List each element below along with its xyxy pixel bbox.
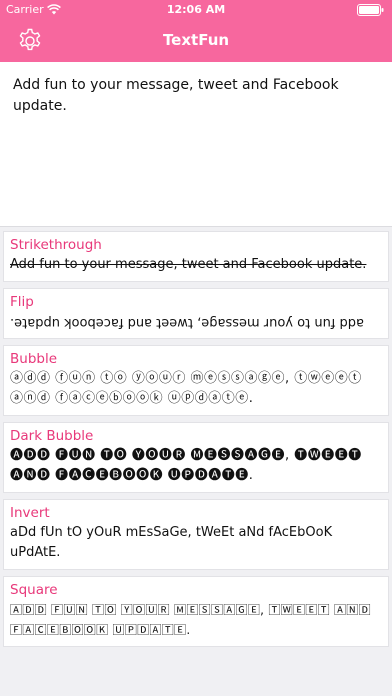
message-input[interactable]: Add fun to your message, tweet and Faceb…	[0, 62, 392, 226]
style-results-list: Strikethrough Add fun to your message, t…	[3, 231, 389, 653]
style-title: Bubble	[10, 351, 58, 367]
style-preview-text: aDd fUn tO yOuR mEsSaGe, tWeEt aNd fAcEb…	[10, 525, 333, 560]
style-preview-text: ⓐⓓⓓ ⓕⓤⓝ ⓣⓞ ⓨⓞⓤⓡ ⓜⓔⓢⓢⓐⓖⓔ, ⓣⓦⓔⓔⓣ ⓐⓝⓓ ⓕⓐⓒⓔⓑ…	[10, 371, 362, 406]
style-title: Invert	[10, 505, 50, 521]
style-title: Dark Bubble	[10, 428, 94, 444]
style-preview-text: Add fun to your message, tweet and Faceb…	[10, 257, 367, 272]
style-card-bubble[interactable]: Bubble ⓐⓓⓓ ⓕⓤⓝ ⓣⓞ ⓨⓞⓤⓡ ⓜⓔⓢⓢⓐⓖⓔ, ⓣⓦⓔⓔⓣ ⓐⓝ…	[3, 345, 389, 416]
status-bar: Carrier 12:06 AM	[0, 0, 392, 20]
style-card-square[interactable]: Square 🄰🄳🄳 🄵🅄🄽 🅃🄾 🅈🄾🅄🅁 🄼🄴🅂🅂🄰🄶🄴, 🅃🅆🄴🄴🅃 🄰🄽…	[3, 576, 389, 647]
style-preview-text: 🄰🄳🄳 🄵🅄🄽 🅃🄾 🅈🄾🅄🅁 🄼🄴🅂🅂🄰🄶🄴, 🅃🅆🄴🄴🅃 🄰🄽🄳 🄵🄰🄲🄴🄱…	[10, 603, 371, 637]
style-card-invert[interactable]: Invert aDd fUn tO yOuR mEsSaGe, tWeEt aN…	[3, 499, 389, 570]
style-title: Square	[10, 582, 58, 598]
message-input-area: Add fun to your message, tweet and Faceb…	[0, 62, 392, 227]
page-title: TextFun	[162, 31, 230, 49]
style-card-strikethrough[interactable]: Strikethrough Add fun to your message, t…	[3, 231, 389, 282]
style-preview-text: add fun to your message, tweet and faceb…	[10, 315, 365, 330]
style-title: Strikethrough	[10, 237, 102, 253]
status-time: 12:06 AM	[166, 3, 226, 16]
battery-icon	[357, 4, 384, 16]
style-card-dark-bubble[interactable]: Dark Bubble 🅐🅓🅓 🅕🅤🅝 🅣🅞 🅨🅞🅤🅡 🅜🅔🅢🅢🅐🅖🅔, 🅣🅦🅔…	[3, 422, 389, 493]
app-header: Carrier 12:06 AM TextFun	[0, 0, 392, 62]
nav-bar: TextFun	[0, 20, 392, 62]
style-preview-text: 🅐🅓🅓 🅕🅤🅝 🅣🅞 🅨🅞🅤🅡 🅜🅔🅢🅢🅐🅖🅔, 🅣🅦🅔🅔🅣 🅐🅝🅓 🅕🅐🅒🅔🅑…	[10, 448, 362, 483]
style-card-flip[interactable]: Flip add fun to your message, tweet and …	[3, 288, 389, 339]
style-title: Flip	[10, 294, 34, 310]
